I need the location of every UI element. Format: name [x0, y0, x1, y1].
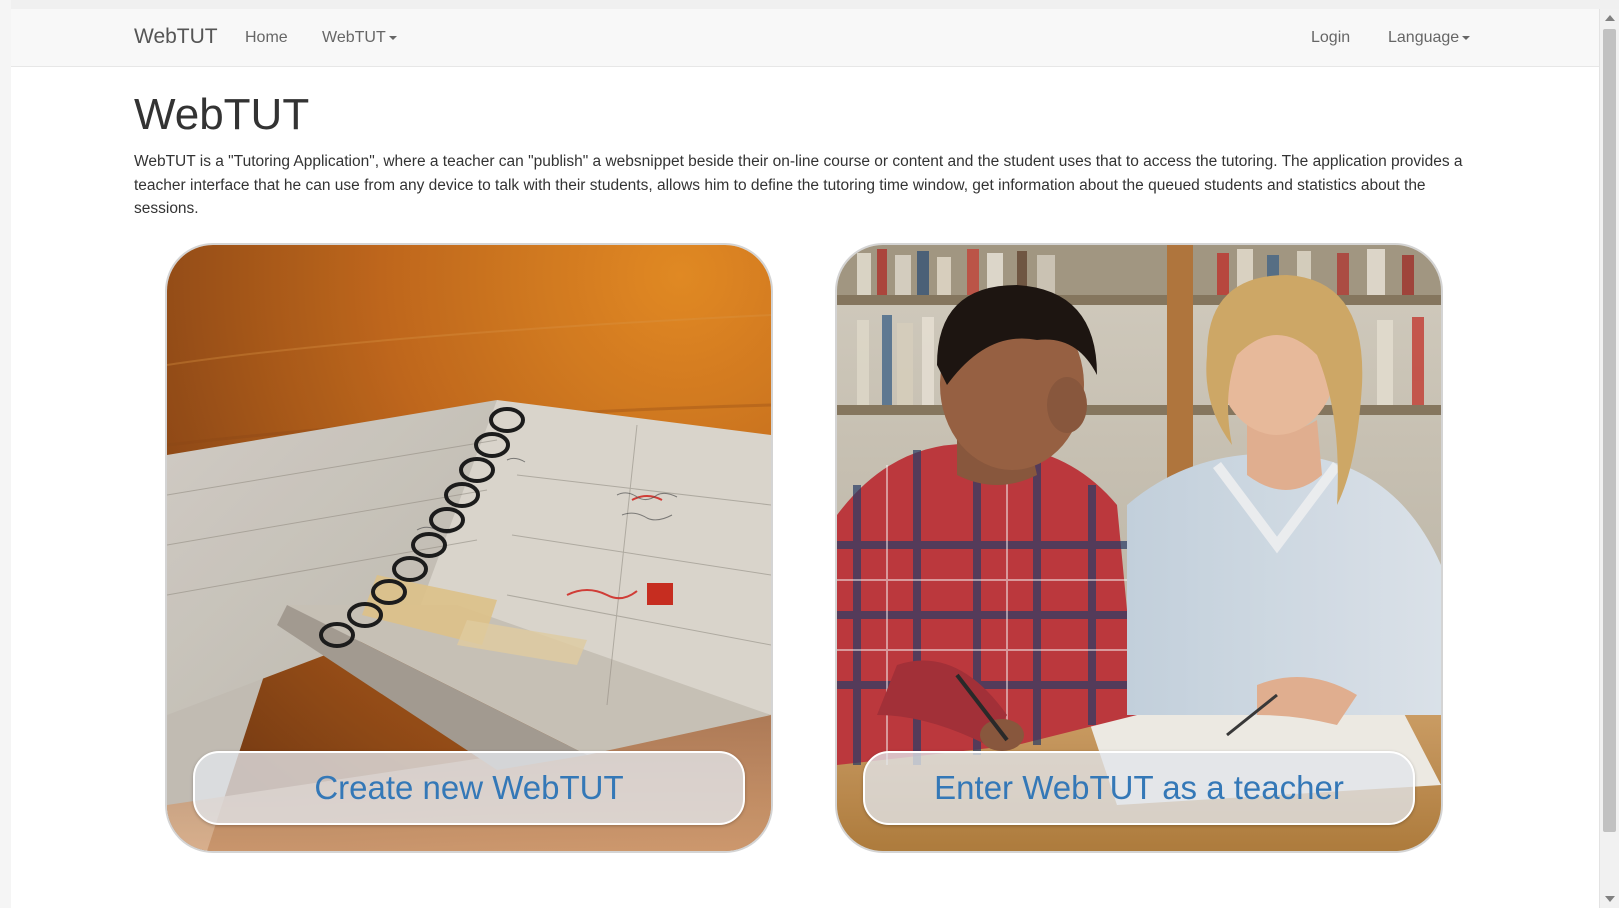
- nav-language-label: Language: [1388, 29, 1460, 46]
- nav-language-dropdown[interactable]: Language: [1388, 29, 1471, 47]
- window-top-strip: [0, 0, 1619, 9]
- scroll-down-arrow-icon[interactable]: [1605, 896, 1615, 902]
- page-frame: WebTUT Home WebTUT Login Language WebTUT…: [11, 9, 1599, 908]
- caret-down-icon: [388, 35, 397, 40]
- create-webtut-button[interactable]: Create new WebTUT: [193, 751, 745, 825]
- navbar-brand[interactable]: WebTUT: [134, 25, 218, 49]
- nav-home-link[interactable]: Home: [245, 29, 288, 47]
- nav-webtut-dropdown[interactable]: WebTUT: [322, 29, 397, 47]
- intro-paragraph: WebTUT is a "Tutoring Application", wher…: [134, 153, 1463, 217]
- nav-login-link[interactable]: Login: [1311, 29, 1350, 47]
- enter-as-teacher-button[interactable]: Enter WebTUT as a teacher: [863, 751, 1415, 825]
- nav-webtut-label: WebTUT: [322, 29, 386, 46]
- vertical-scrollbar[interactable]: [1599, 9, 1619, 908]
- caret-down-icon: [1462, 35, 1471, 40]
- scroll-up-arrow-icon[interactable]: [1605, 15, 1615, 21]
- page-title: WebTUT: [134, 90, 310, 139]
- window-left-edge: [0, 0, 11, 908]
- teacher-login-card[interactable]: Enter WebTUT as a teacher: [835, 243, 1443, 853]
- navbar: WebTUT Home WebTUT Login Language: [11, 9, 1599, 67]
- scrollbar-thumb[interactable]: [1603, 29, 1616, 832]
- create-webtut-card[interactable]: Create new WebTUT: [165, 243, 773, 853]
